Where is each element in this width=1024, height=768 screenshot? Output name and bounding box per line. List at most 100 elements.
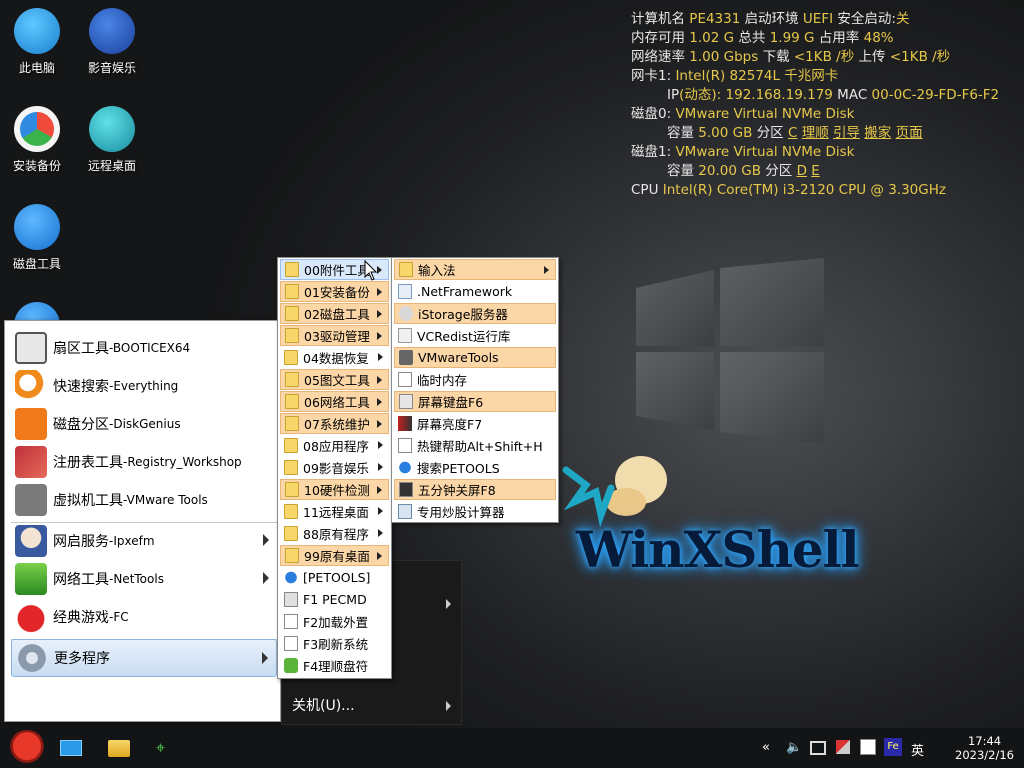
petools-icon [284,570,298,585]
folder-icon [285,328,299,343]
network-icon[interactable] [810,741,826,755]
system-info-panel: 计算机名 PE4331 启动环境 UEFI 安全启动:关 内存可用 1.02 G… [631,11,1000,198]
start-item-ipxefm[interactable]: 网启服务 -Ipxefm [11,522,277,560]
menu-item-onscreen-keyboard[interactable]: 屏幕键盘F6 [394,391,556,412]
chevron-right-icon [377,486,382,494]
chevron-right-icon [377,332,382,340]
partition-link-d[interactable]: D [797,163,807,179]
menu-item-stock-calculator[interactable]: 专用炒股计算器 [394,501,556,522]
fe-icon[interactable]: Fe [884,738,902,756]
start-item-vmware[interactable]: 虚拟机工具 -VMware Tools [11,481,277,519]
chevron-right-icon [263,572,269,584]
vcredist-icon [398,328,412,343]
menu-item-screen-off[interactable]: 五分钟关屏F8 [394,479,556,500]
menu-item-vcredist[interactable]: VCRedist运行库 [394,325,556,346]
start-item-diskgenius[interactable]: 磁盘分区 -DiskGenius [11,405,277,443]
desktop-icon-label: 影音娱乐 [87,61,136,75]
menu-item-netframework[interactable]: .NetFramework [394,281,556,302]
partition-link-c[interactable]: C [788,125,797,141]
accessories-submenu: 输入法 .NetFramework iStorage服务器 VCRedist运行… [391,257,559,523]
menu-item-original-desktop[interactable]: 99原有桌面 [280,545,389,566]
clock[interactable]: 17:44 2023/2/16 [955,734,1014,762]
folder-icon [284,504,298,519]
start-item-more-programs[interactable]: 更多程序 [11,639,277,677]
start-item-fc-games[interactable]: 经典游戏 -FC [11,598,277,636]
start-item-everything[interactable]: 快速搜索 -Everything [11,367,277,405]
menu-item-remote[interactable]: 11远程桌面 [280,501,389,522]
folder-icon [285,284,299,299]
folder-icon [284,526,298,541]
volume-icon[interactable]: 🔈 [786,740,802,755]
clock-date: 2023/2/16 [955,748,1014,762]
menu-item-drivers[interactable]: 03驱动管理 [280,325,389,346]
magnifier-icon [15,370,47,402]
chevron-right-icon [544,266,549,274]
menu-item-vmwaretools[interactable]: VMwareTools [394,347,556,368]
menu-item-applications[interactable]: 08应用程序 [280,435,389,456]
start-item-registry[interactable]: 注册表工具 -Registry_Workshop [11,443,277,481]
desktop-icon-label: 安装备份 [12,159,61,173]
desktop-icon-install-backup[interactable]: 安装备份 [0,106,74,174]
vmware-icon [399,350,413,365]
desktop-icon-remote-desktop[interactable]: 远程桌面 [75,106,149,174]
menu-item-brightness[interactable]: 屏幕亮度F7 [394,413,556,434]
chevron-right-icon [377,420,382,428]
chevron-right-icon [378,441,383,449]
menu-item-search-petools[interactable]: 搜索PETOOLS [394,457,556,478]
remote-desktop-icon [89,106,135,152]
menu-item-disk-tools[interactable]: 02磁盘工具 [280,303,389,324]
chevron-right-icon [377,310,382,318]
menu-item-network[interactable]: 06网络工具 [280,391,389,412]
winxshell-logo: WinXShell [576,520,860,579]
menu-item-istorage[interactable]: iStorage服务器 [394,303,556,324]
pecmd-icon [284,592,298,607]
pagefile-link[interactable]: 页面 [896,125,923,141]
menu-item-hotkey-help[interactable]: 热键帮助Alt+Shift+H [394,435,556,456]
chevron-right-icon [378,353,383,361]
chevron-right-icon [378,507,383,515]
chevron-left-icon[interactable]: « [762,740,770,755]
menu-item-drive-letters[interactable]: F4理顺盘符 [280,655,389,676]
storage-icon [399,306,413,321]
folder-icon [285,416,299,431]
repair-link[interactable]: 理顺 [802,125,829,141]
folder-icon [399,262,413,277]
start-item-nettools[interactable]: 网络工具 -NetTools [11,560,277,598]
menu-item-pecmd[interactable]: F1 PECMD [280,589,389,610]
menu-item-hardware[interactable]: 10硬件检测 [280,479,389,500]
move-link[interactable]: 搬家 [864,125,891,141]
desktop-icon-media[interactable]: 影音娱乐 [75,8,149,76]
start-item-bootice[interactable]: 扇区工具 -BOOTICEX64 [11,329,277,367]
menu-item-petools[interactable]: [PETOOLS] [280,567,389,588]
start-button[interactable] [8,730,46,766]
desktop-icon-disk-tools[interactable]: 磁盘工具 [0,204,74,272]
menu-item-data-recovery[interactable]: 04数据恢复 [280,347,389,368]
menu-item-install-backup[interactable]: 01安装备份 [280,281,389,302]
document-icon [284,614,298,629]
calculator-icon [398,504,412,519]
desktop-icon-label: 远程桌面 [87,159,136,173]
ime-indicator[interactable]: 英 [911,740,924,759]
menu-item-ime[interactable]: 输入法 [394,259,556,280]
disk-icon [14,204,60,250]
menu-item-graphics[interactable]: 05图文工具 [280,369,389,390]
menu-item-temp-memory[interactable]: 临时内存 [394,369,556,390]
boot-link[interactable]: 引导 [833,125,860,141]
clapperboard-icon [89,8,135,54]
tools-icon[interactable] [836,740,850,754]
menu-item-load-external[interactable]: F2加载外置 [280,611,389,632]
desktop-button-icon[interactable] [60,740,82,756]
partition-link-e[interactable]: E [811,163,820,179]
folder-icon [284,350,298,365]
menu-item-original-programs[interactable]: 88原有程序 [280,523,389,544]
menu-item-refresh-system[interactable]: F3刷新系统 [280,633,389,654]
menu-item-multimedia[interactable]: 09影音娱乐 [280,457,389,478]
windows-logo [636,258,824,444]
menu-item-maintenance[interactable]: 07系统维护 [280,413,389,434]
shutdown-button[interactable]: 关机(U)... [292,695,355,715]
file-explorer-icon[interactable] [108,740,130,757]
desktop-icon-this-pc[interactable]: 此电脑 [0,8,74,76]
network-antenna-icon[interactable]: ⌖ [156,738,174,758]
vs-icon[interactable] [860,739,876,755]
keyboard-icon [399,394,413,409]
